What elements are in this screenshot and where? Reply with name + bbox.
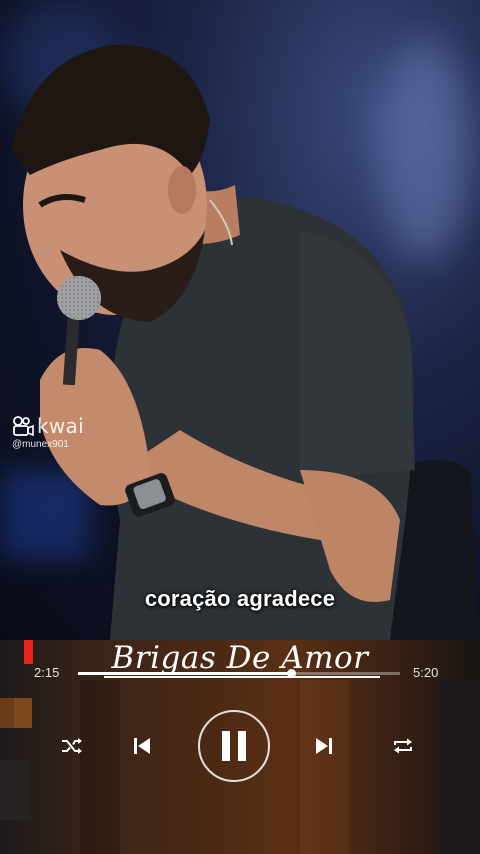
kwai-watermark: kwai @munex901 (12, 414, 84, 450)
singer-figure (12, 44, 480, 640)
kwai-logo: kwai (12, 414, 84, 438)
time-total: 5:20 (413, 665, 439, 680)
progress-bar[interactable] (78, 669, 400, 678)
background-tile (300, 680, 350, 854)
video-frame[interactable]: kwai @munex901 coração agradece (0, 0, 480, 640)
background-tile (0, 760, 30, 820)
background-tile (80, 680, 120, 854)
music-player: Brigas De Amor 2:15 5:20 (0, 640, 480, 854)
previous-track-button[interactable] (128, 732, 156, 760)
shuffle-icon (62, 738, 82, 754)
time-elapsed: 2:15 (34, 665, 60, 680)
screen: kwai @munex901 coração agradece Brigas D… (0, 0, 480, 854)
shuffle-button[interactable] (58, 734, 86, 758)
skip-next-icon (316, 738, 332, 754)
pause-button[interactable] (198, 710, 270, 782)
background-tile (440, 680, 480, 854)
kwai-username: @munex901 (12, 439, 69, 450)
kwai-camera-icon (13, 416, 34, 436)
song-title: Brigas De Amor (111, 640, 369, 676)
progress-fill (78, 672, 291, 675)
repeat-icon (394, 738, 412, 754)
title-underline (104, 676, 380, 678)
repeat-button[interactable] (389, 734, 417, 758)
kwai-brand-text: kwai (37, 414, 84, 438)
skip-previous-icon (134, 738, 150, 754)
background-tile (0, 698, 14, 728)
next-track-button[interactable] (310, 732, 338, 760)
video-subtitle: coração agradece (144, 586, 336, 611)
progress-thumb[interactable] (286, 669, 296, 678)
background-tile (14, 698, 32, 728)
pause-icon (222, 731, 246, 761)
